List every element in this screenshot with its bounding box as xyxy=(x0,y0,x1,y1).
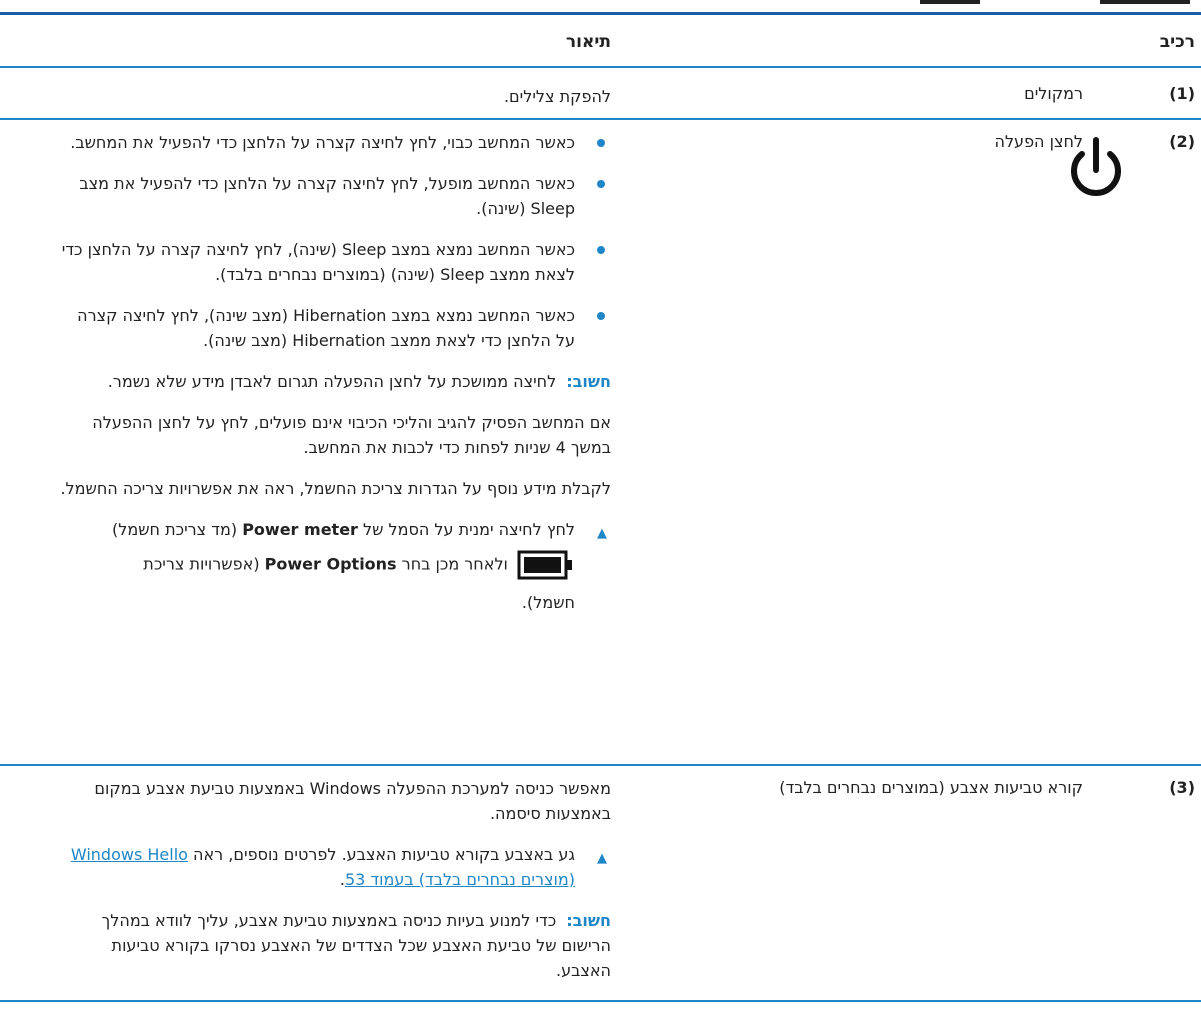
step-item: ▲ גע באצבע בקורא טביעות האצבע. לפרטים נו… xyxy=(70,845,607,889)
row-number: (1) xyxy=(1169,84,1195,103)
top-fragment xyxy=(1100,0,1190,4)
step-triangle-icon: ▲ xyxy=(597,526,607,541)
step-line-end: חשמל). xyxy=(521,593,575,612)
header-component: רכיב xyxy=(1159,32,1195,52)
important-label: חשוב: xyxy=(566,372,611,391)
list-item: כאשר המחשב כבוי, לחץ לחיצה קצרה על הלחצן… xyxy=(56,130,611,155)
list-item: כאשר המחשב נמצא במצב Hibernation (מצב שי… xyxy=(56,303,611,353)
row-divider xyxy=(0,1000,1201,1002)
power-options-label: Power Options xyxy=(264,554,397,574)
row-number: (3) xyxy=(1169,778,1195,797)
paragraph: מאפשר כניסה למערכת ההפעלה Windows באמצעו… xyxy=(94,779,611,823)
step-triangle-icon: ▲ xyxy=(597,851,607,866)
important-text: כדי למנוע בעיות כניסה באמצעות טביעת אצבע… xyxy=(101,911,611,980)
step-item: ▲ לחץ לחיצה ימנית על הסמל של Power meter… xyxy=(56,517,611,615)
bullet-icon xyxy=(597,312,605,320)
header-divider xyxy=(0,66,1201,68)
paragraph: אם המחשב הפסיק להגיב והליכי הכיבוי אינם … xyxy=(92,413,611,457)
list-item: כאשר המחשב נמצא במצב Sleep (שינה), לחץ ל… xyxy=(56,237,611,287)
important-text: לחיצה ממושכת על לחצן ההפעלה תגרום לאבדן … xyxy=(107,372,557,391)
important-label: חשוב: xyxy=(566,911,611,930)
important-note: חשוב: לחיצה ממושכת על לחצן ההפעלה תגרום ל… xyxy=(56,369,611,394)
component-name: רמקולים xyxy=(1024,84,1083,103)
list-item: כאשר המחשב מופעל, לחץ לחיצה קצרה על הלחצ… xyxy=(56,171,611,221)
step-line: ולאחר מכן בחר Power Options (אפשרויות צר… xyxy=(56,550,575,580)
header-description: תיאור xyxy=(565,32,611,52)
top-fragment xyxy=(920,0,980,4)
battery-icon xyxy=(517,550,572,580)
description-text: להפקת צלילים. xyxy=(503,87,611,106)
bullet-icon xyxy=(597,180,605,188)
row-number: (2) xyxy=(1169,132,1195,151)
description-block: כאשר המחשב כבוי, לחץ לחיצה קצרה על הלחצן… xyxy=(56,130,611,621)
spec-table-page: רכיב תיאור (1) רמקולים להפקת צלילים. (2)… xyxy=(0,0,1201,1011)
bullet-icon xyxy=(597,139,605,147)
power-meter-label: Power meter xyxy=(242,520,358,539)
row-divider xyxy=(0,764,1201,766)
top-rule xyxy=(0,12,1201,15)
component-name: קורא טביעות אצבע (במוצרים נבחרים בלבד) xyxy=(779,778,1083,797)
paragraph: לקבלת מידע נוסף על הגדרות צריכת החשמל, ר… xyxy=(60,479,611,498)
description-block: מאפשר כניסה למערכת ההפעלה Windows באמצעו… xyxy=(56,776,611,999)
component-name: לחצן הפעלה xyxy=(994,132,1084,151)
bullet-icon xyxy=(597,246,605,254)
row-divider xyxy=(0,118,1201,120)
important-note: חשוב:כדי למנוע בעיות כניסה באמצעות טביעת… xyxy=(56,908,611,983)
